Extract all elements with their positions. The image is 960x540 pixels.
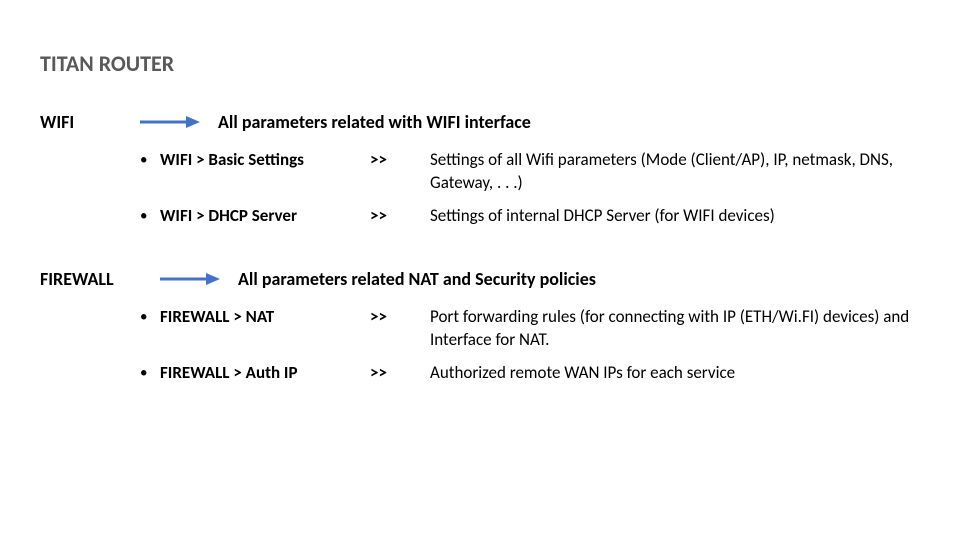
item-path: FIREWALL > Auth IP [160, 362, 370, 385]
section-header-wifi: WIFI All parameters related with WIFI in… [40, 111, 920, 133]
item-explanation: Port forwarding rules (for connecting wi… [430, 306, 920, 352]
item-path: WIFI > Basic Settings [160, 149, 370, 172]
arrow-right-icon [160, 271, 220, 287]
bullet-icon: • [140, 205, 160, 226]
separator: >> [370, 362, 430, 385]
item-explanation: Settings of all Wifi parameters (Mode (C… [430, 149, 920, 195]
section-header-firewall: FIREWALL All parameters related NAT and … [40, 268, 920, 290]
bullet-icon: • [140, 362, 160, 383]
page-title: TITAN ROUTER [40, 50, 920, 77]
section-desc-firewall: All parameters related NAT and Security … [238, 268, 596, 290]
list-item: • FIREWALL > NAT >> Port forwarding rule… [140, 306, 920, 352]
bullet-icon: • [140, 149, 160, 170]
list-item: • WIFI > Basic Settings >> Settings of a… [140, 149, 920, 195]
separator: >> [370, 149, 430, 172]
separator: >> [370, 205, 430, 228]
section-desc-wifi: All parameters related with WIFI interfa… [218, 111, 531, 133]
section-label-wifi: WIFI [40, 111, 140, 133]
separator: >> [370, 306, 430, 329]
item-explanation: Authorized remote WAN IPs for each servi… [430, 362, 920, 385]
bullet-icon: • [140, 306, 160, 327]
item-path: FIREWALL > NAT [160, 306, 370, 329]
arrow-right-icon [140, 114, 200, 130]
section-label-firewall: FIREWALL [40, 268, 160, 290]
item-path: WIFI > DHCP Server [160, 205, 370, 228]
wifi-items: • WIFI > Basic Settings >> Settings of a… [140, 149, 920, 228]
list-item: • WIFI > DHCP Server >> Settings of inte… [140, 205, 920, 228]
item-explanation: Settings of internal DHCP Server (for WI… [430, 205, 920, 228]
slide: TITAN ROUTER WIFI All parameters related… [0, 0, 960, 540]
firewall-items: • FIREWALL > NAT >> Port forwarding rule… [140, 306, 920, 385]
list-item: • FIREWALL > Auth IP >> Authorized remot… [140, 362, 920, 385]
